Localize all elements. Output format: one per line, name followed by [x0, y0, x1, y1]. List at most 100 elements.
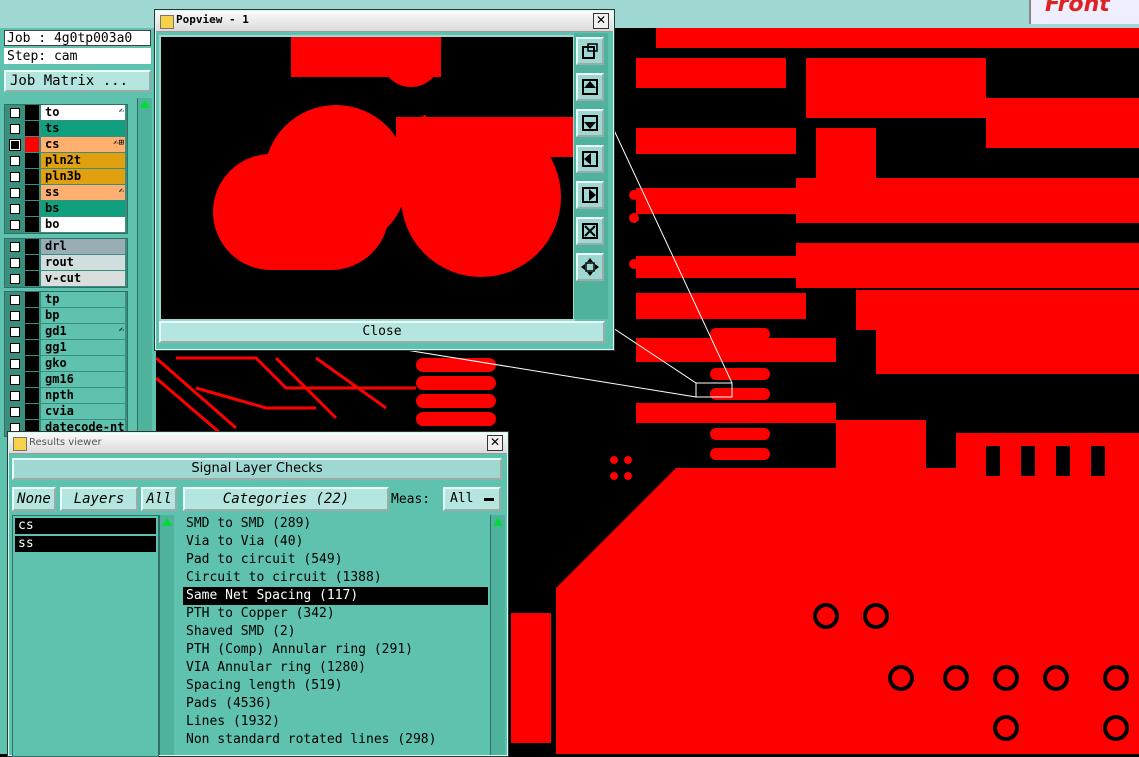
layer-color-swatch[interactable]	[25, 356, 39, 371]
pan-up-button[interactable]	[576, 73, 604, 101]
layer-checkbox[interactable]	[10, 391, 20, 401]
layer-checkbox[interactable]	[10, 343, 20, 353]
layer-color-swatch[interactable]	[25, 404, 39, 419]
results-viewer-window[interactable]: Results viewer ✕ Signal Layer Checks Non…	[8, 432, 508, 757]
layer-color-swatch[interactable]	[25, 201, 39, 216]
close-icon[interactable]: ✕	[593, 13, 609, 29]
pan-right-button[interactable]	[576, 181, 604, 209]
layer-color-swatch[interactable]	[25, 105, 39, 120]
layer-checkbox[interactable]	[10, 242, 20, 252]
layer-color-swatch[interactable]	[25, 271, 39, 286]
layer-color-swatch[interactable]	[25, 255, 39, 270]
category-list-scrollbar[interactable]	[490, 515, 505, 755]
layer-name[interactable]: gg1	[41, 340, 125, 355]
result-layer-item[interactable]: cs	[15, 518, 156, 534]
layer-row[interactable]: bp	[5, 308, 127, 324]
layer-name[interactable]: npth	[41, 388, 125, 403]
popview-window[interactable]: Popview - 1 ✕ Close	[155, 10, 614, 350]
category-item[interactable]: Shaved SMD (2)	[183, 623, 488, 641]
layer-checkbox[interactable]	[10, 188, 20, 198]
layer-name[interactable]: v-cut	[41, 271, 125, 286]
layer-checkbox[interactable]	[10, 108, 20, 118]
meas-dropdown[interactable]: All	[443, 487, 501, 511]
layer-checkbox[interactable]	[10, 204, 20, 214]
category-item[interactable]: SMD to SMD (289)	[183, 515, 488, 533]
layer-row[interactable]: gm16	[5, 372, 127, 388]
zoom-out-button[interactable]	[576, 217, 604, 245]
layer-color-swatch[interactable]	[25, 153, 39, 168]
categories-button[interactable]: Categories (22)	[183, 487, 389, 511]
layer-color-swatch[interactable]	[25, 137, 39, 152]
category-item[interactable]: Non standard rotated lines (298)	[183, 731, 488, 749]
layer-color-swatch[interactable]	[25, 121, 39, 136]
layers-button[interactable]: Layers	[60, 487, 138, 511]
layer-name[interactable]: rout	[41, 255, 125, 270]
layer-color-swatch[interactable]	[25, 185, 39, 200]
layer-row[interactable]: v-cut	[5, 271, 127, 287]
category-item[interactable]: Spacing length (519)	[183, 677, 488, 695]
layer-name[interactable]: ts	[41, 121, 125, 136]
pan-left-button[interactable]	[576, 145, 604, 173]
scroll-up-icon[interactable]	[493, 518, 503, 526]
layer-name[interactable]: bo	[41, 217, 125, 232]
layer-name[interactable]: drl	[41, 239, 125, 254]
layer-color-swatch[interactable]	[25, 340, 39, 355]
layer-checkbox[interactable]	[10, 295, 20, 305]
results-viewer-titlebar[interactable]: Results viewer ✕	[9, 433, 507, 454]
popview-canvas[interactable]	[159, 35, 575, 321]
layer-name[interactable]: gko	[41, 356, 125, 371]
layer-name[interactable]: pln2t	[41, 153, 125, 168]
layer-checkbox[interactable]	[10, 156, 20, 166]
layer-row[interactable]: cs ✍⊞	[5, 137, 127, 153]
layer-checkbox[interactable]	[10, 172, 20, 182]
layer-checkbox[interactable]	[10, 407, 20, 417]
layer-checkbox[interactable]	[10, 375, 20, 385]
layer-color-swatch[interactable]	[25, 324, 39, 339]
layer-row[interactable]: gko	[5, 356, 127, 372]
job-matrix-button[interactable]: Job Matrix ...	[4, 70, 151, 92]
layer-color-swatch[interactable]	[25, 308, 39, 323]
category-item[interactable]: PTH (Comp) Annular ring (291)	[183, 641, 488, 659]
category-item[interactable]: Pad to circuit (549)	[183, 551, 488, 569]
layer-checkbox[interactable]	[10, 220, 20, 230]
scroll-up-icon[interactable]	[162, 518, 172, 526]
layer-color-swatch[interactable]	[25, 217, 39, 232]
layer-checkbox[interactable]	[10, 274, 20, 284]
category-item[interactable]: Via to Via (40)	[183, 533, 488, 551]
layer-row[interactable]: ts	[5, 121, 127, 137]
layer-checkbox[interactable]	[10, 258, 20, 268]
layer-name[interactable]: ss	[41, 185, 125, 200]
category-item[interactable]: Same Net Spacing (117)	[183, 587, 488, 605]
layer-row[interactable]: gd1 ✍	[5, 324, 127, 340]
layer-row[interactable]: bo	[5, 217, 127, 233]
layer-color-swatch[interactable]	[25, 239, 39, 254]
layer-row[interactable]: bs	[5, 201, 127, 217]
all-button[interactable]: All	[141, 487, 177, 511]
layer-list-scrollbar[interactable]	[159, 515, 174, 755]
layer-row[interactable]: npth	[5, 388, 127, 404]
layer-color-swatch[interactable]	[25, 372, 39, 387]
layer-color-swatch[interactable]	[25, 388, 39, 403]
layer-row[interactable]: ss ✍	[5, 185, 127, 201]
layer-checkbox[interactable]	[10, 327, 20, 337]
layer-row[interactable]: cvia	[5, 404, 127, 420]
layer-row[interactable]: to ✍	[5, 105, 127, 121]
layer-list-scrollbar[interactable]	[137, 98, 152, 438]
popview-titlebar[interactable]: Popview - 1 ✕	[156, 11, 613, 32]
layer-row[interactable]: gg1	[5, 340, 127, 356]
scroll-up-icon[interactable]	[140, 100, 150, 108]
none-button[interactable]: None	[12, 487, 56, 511]
fit-view-button[interactable]	[576, 253, 604, 281]
layer-color-swatch[interactable]	[25, 292, 39, 307]
layer-row[interactable]: pln3b	[5, 169, 127, 185]
category-item[interactable]: VIA Annular ring (1280)	[183, 659, 488, 677]
category-item[interactable]: PTH to Copper (342)	[183, 605, 488, 623]
layer-name[interactable]: tp	[41, 292, 125, 307]
layer-row[interactable]: pln2t	[5, 153, 127, 169]
layer-checkbox[interactable]	[10, 124, 20, 134]
category-item[interactable]: Pads (4536)	[183, 695, 488, 713]
layer-checkbox[interactable]	[10, 359, 20, 369]
layer-name[interactable]: pln3b	[41, 169, 125, 184]
layer-name[interactable]: bs	[41, 201, 125, 216]
pan-down-button[interactable]	[576, 109, 604, 137]
